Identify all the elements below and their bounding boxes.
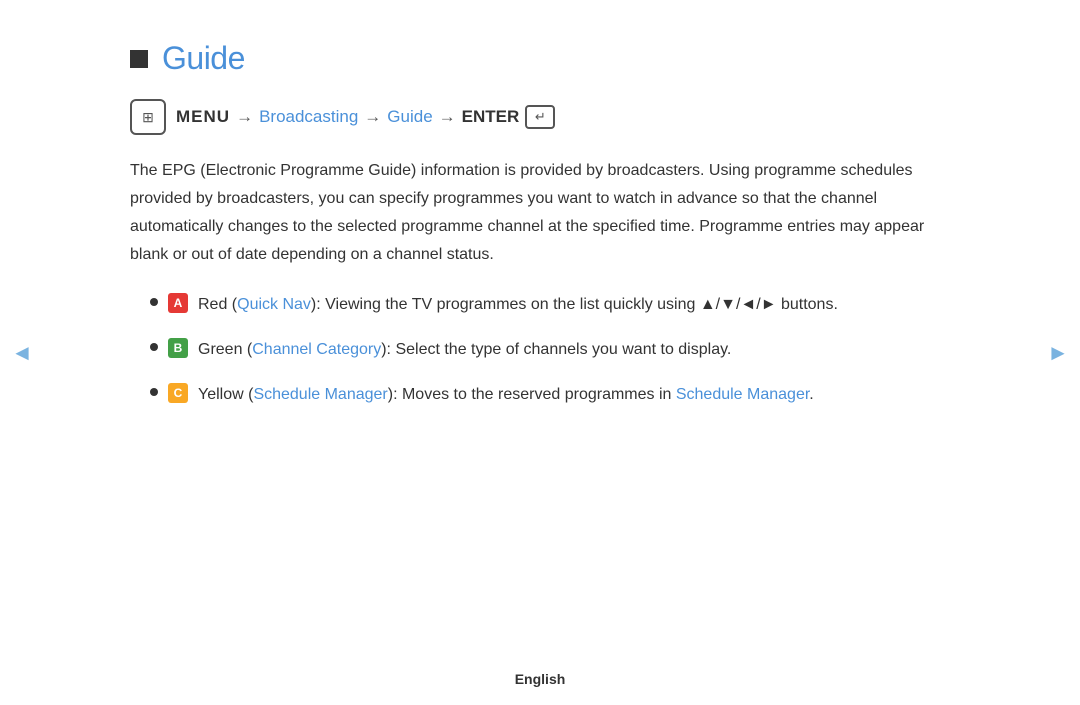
enter-icon: ↵ — [525, 105, 555, 129]
bullet-desc-1: ): Viewing the TV programmes on the list… — [311, 296, 838, 313]
right-arrow-icon: ► — [1047, 340, 1069, 366]
list-item: C Yellow (Schedule Manager): Moves to th… — [150, 381, 950, 408]
list-item: B Green (Channel Category): Select the t… — [150, 336, 950, 363]
left-arrow-icon: ◄ — [11, 340, 33, 366]
menu-path: ⊞ MENU → Broadcasting → Guide → ENTER↵ — [130, 99, 950, 135]
menu-icon: ⊞ — [130, 99, 166, 135]
bullet-dot — [150, 298, 158, 306]
broadcasting-link[interactable]: Broadcasting — [259, 107, 358, 127]
title-square-icon — [130, 50, 148, 68]
arrow-2: → — [364, 107, 381, 127]
bullet-suffix-3: . — [809, 386, 813, 403]
channel-category-link[interactable]: Channel Category — [252, 341, 381, 358]
color-name-red: Red ( — [198, 296, 237, 313]
bullet-content-3: Yellow (Schedule Manager): Moves to the … — [198, 381, 950, 408]
bullet-desc-3: ): Moves to the reserved programmes in — [388, 386, 676, 403]
nav-arrow-left[interactable]: ◄ — [10, 333, 34, 373]
color-name-yellow: Yellow ( — [198, 386, 253, 403]
enter-label: ENTER — [462, 107, 520, 127]
arrow-1: → — [236, 107, 253, 127]
badge-green: B — [168, 338, 188, 358]
footer: English — [0, 671, 1080, 687]
color-name-green: Green ( — [198, 341, 252, 358]
page-title: Guide — [162, 40, 245, 77]
menu-label: MENU — [176, 107, 230, 127]
quick-nav-link[interactable]: Quick Nav — [237, 296, 311, 313]
main-content: Guide ⊞ MENU → Broadcasting → Guide → EN… — [50, 0, 1030, 469]
bullet-desc-2: ): Select the type of channels you want … — [381, 341, 731, 358]
list-item: A Red (Quick Nav): Viewing the TV progra… — [150, 291, 950, 318]
footer-language: English — [515, 671, 566, 687]
bullet-list: A Red (Quick Nav): Viewing the TV progra… — [150, 291, 950, 409]
schedule-manager-link-1[interactable]: Schedule Manager — [253, 386, 387, 403]
bullet-dot — [150, 343, 158, 351]
schedule-manager-link-2[interactable]: Schedule Manager — [676, 386, 809, 403]
description-text: The EPG (Electronic Programme Guide) inf… — [130, 157, 950, 269]
bullet-content-2: Green (Channel Category): Select the typ… — [198, 336, 950, 363]
nav-arrow-right[interactable]: ► — [1046, 333, 1070, 373]
title-row: Guide — [130, 40, 950, 77]
bullet-dot — [150, 388, 158, 396]
bullet-content-1: Red (Quick Nav): Viewing the TV programm… — [198, 291, 950, 318]
arrow-3: → — [439, 107, 456, 127]
badge-yellow: C — [168, 383, 188, 403]
badge-red: A — [168, 293, 188, 313]
guide-link[interactable]: Guide — [387, 107, 432, 127]
